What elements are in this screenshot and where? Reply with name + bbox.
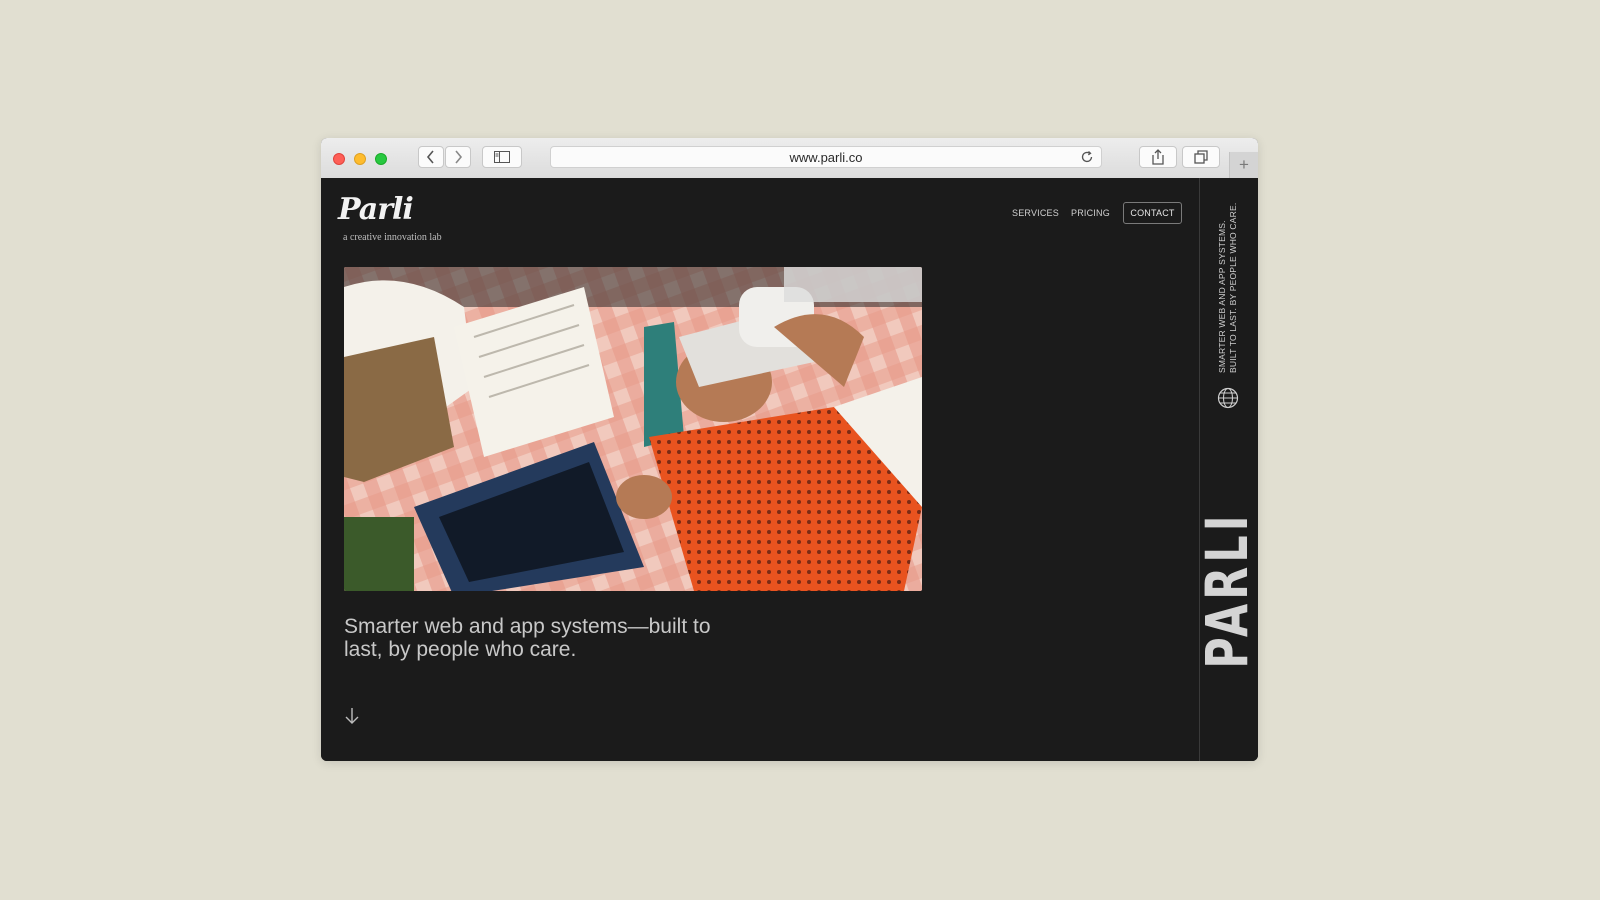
reload-icon[interactable]: [1080, 150, 1094, 164]
nav-pricing-link[interactable]: PRICING: [1071, 202, 1110, 224]
back-button[interactable]: [418, 146, 444, 168]
sidebar-wordmark: PARLI: [1195, 430, 1258, 750]
browser-window: www.parli.co + Parli a creative innovati…: [321, 138, 1258, 761]
down-arrow-icon[interactable]: [344, 707, 360, 725]
new-tab-icon: +: [1239, 155, 1249, 174]
new-tab-button[interactable]: +: [1229, 152, 1258, 178]
nav-services-link[interactable]: SERVICES: [1012, 202, 1059, 224]
close-window-button[interactable]: [333, 153, 345, 165]
forward-button[interactable]: [445, 146, 471, 168]
tabs-overview-button[interactable]: [1182, 146, 1220, 168]
site-logo[interactable]: Parli: [338, 192, 414, 227]
sidebar-tagline-line1: SMARTER WEB AND APP SYSTEMS.: [1217, 220, 1227, 373]
back-arrow-icon: [426, 150, 434, 164]
globe-icon[interactable]: [1217, 387, 1239, 409]
share-icon: [1152, 149, 1164, 165]
zoom-window-button[interactable]: [375, 153, 387, 165]
web-page: Parli a creative innovation lab SERVICES…: [321, 178, 1258, 761]
nav-contact-button[interactable]: CONTACT: [1123, 202, 1182, 224]
sidebar-tagline: SMARTER WEB AND APP SYSTEMS. BUILT TO LA…: [1217, 193, 1239, 373]
site-tagline: a creative innovation lab: [343, 232, 442, 243]
sidebar-toggle-button[interactable]: [482, 146, 522, 168]
sidebar-tagline-line2: BUILT TO LAST. BY PEOPLE WHO CARE.: [1228, 202, 1238, 373]
address-bar[interactable]: www.parli.co: [550, 146, 1102, 168]
browser-toolbar: www.parli.co +: [321, 138, 1258, 179]
vertical-sidebar: SMARTER WEB AND APP SYSTEMS. BUILT TO LA…: [1195, 178, 1258, 761]
hero-photo-illustration: [344, 267, 922, 591]
url-text: www.parli.co: [789, 150, 863, 165]
forward-arrow-icon: [455, 150, 463, 164]
hero-headline: Smarter web and app systems—built to las…: [344, 615, 711, 661]
hero-image: [344, 267, 922, 591]
share-button[interactable]: [1139, 146, 1177, 168]
sidebar-wordmark-text: PARLI: [1194, 511, 1258, 669]
minimize-window-button[interactable]: [354, 153, 366, 165]
sidebar-toggle-icon: [494, 151, 510, 163]
tabs-overview-icon: [1194, 150, 1208, 164]
